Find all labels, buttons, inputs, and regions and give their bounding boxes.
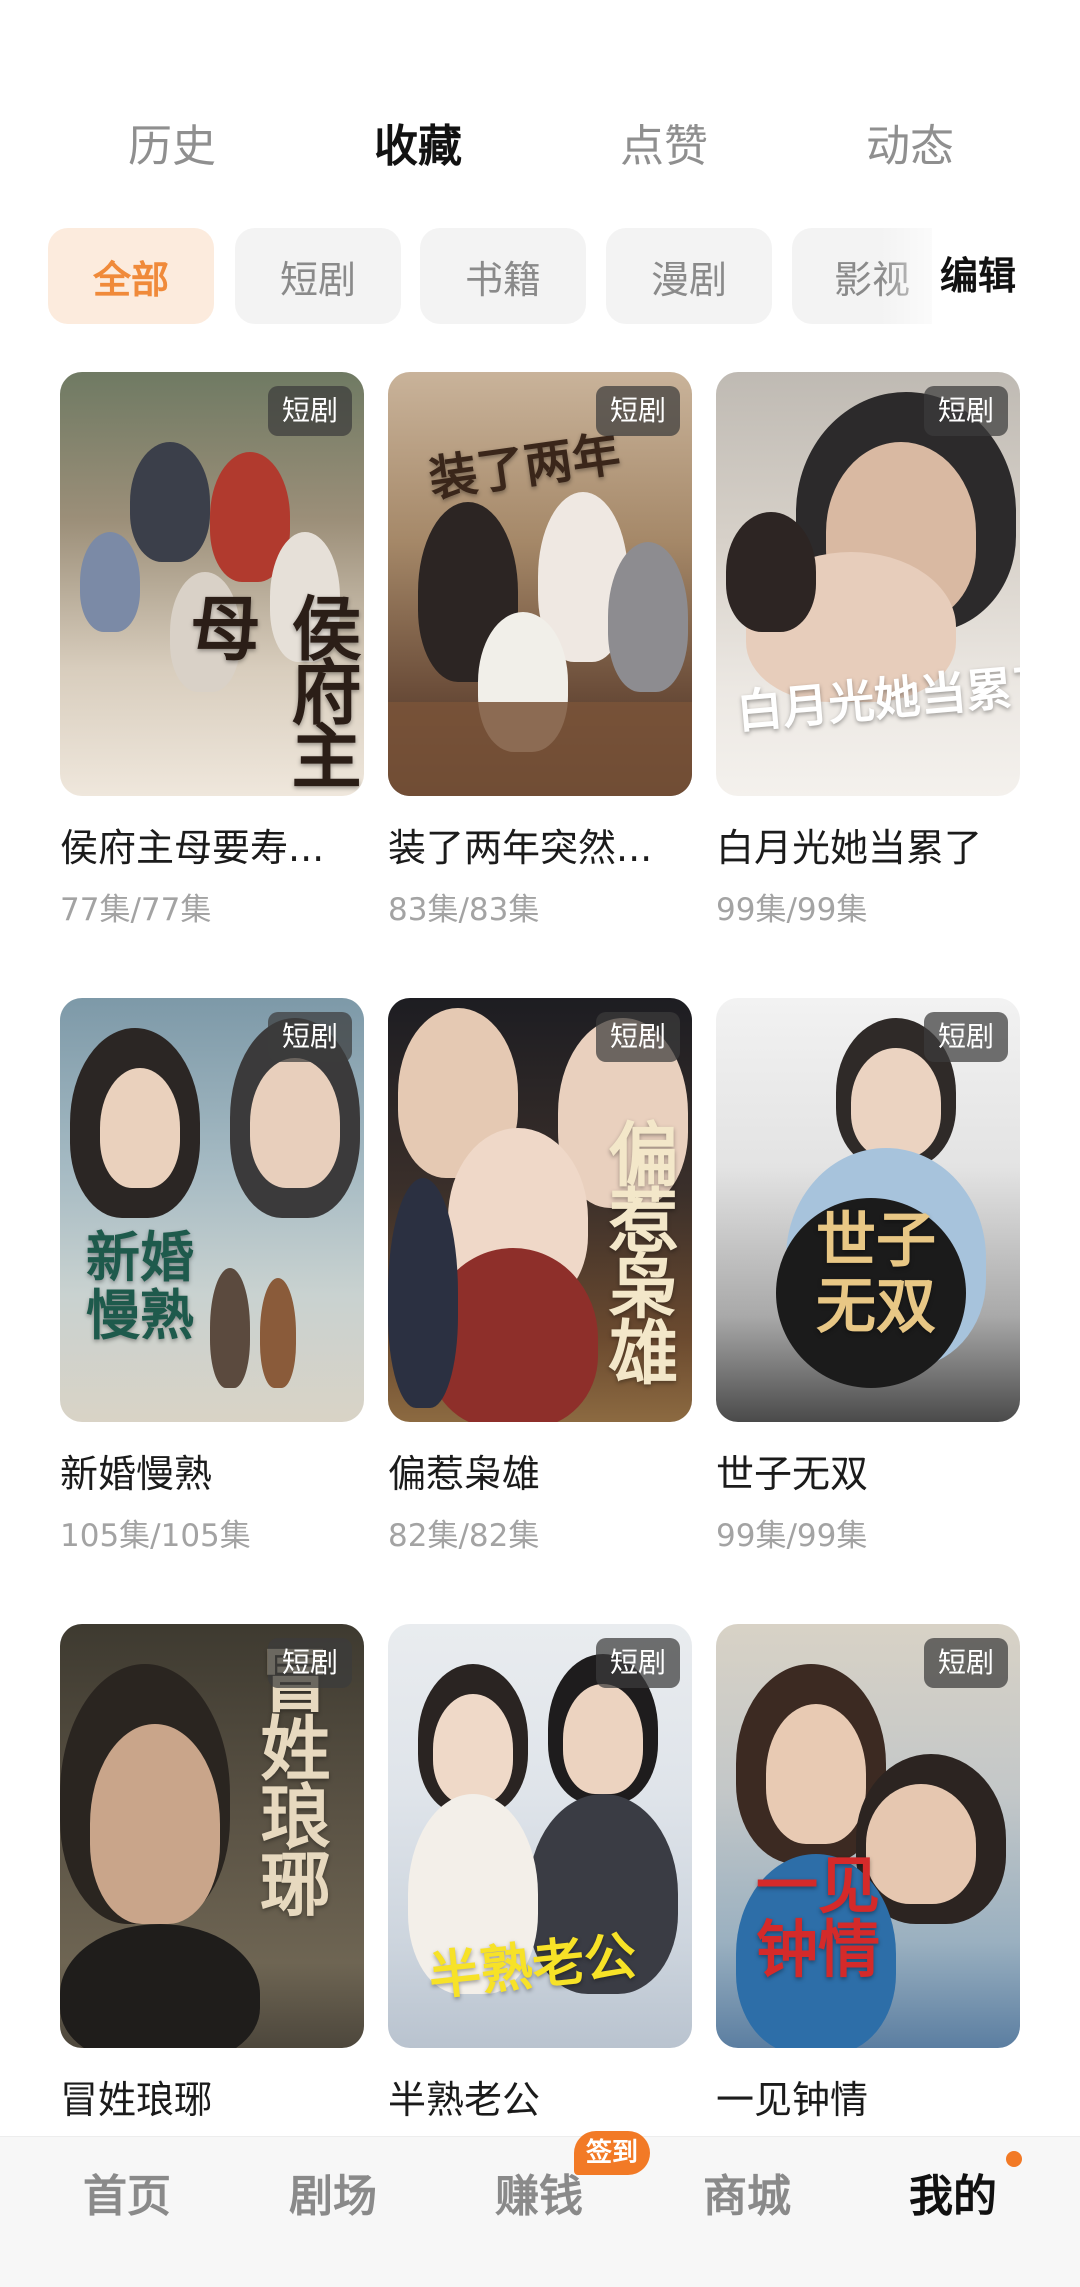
drama-card[interactable]: 侯府主母 短剧 侯府主母要寿... 77集/77集 (60, 372, 364, 932)
nav-theater[interactable]: 剧场 (258, 2157, 408, 2237)
drama-card[interactable]: 半熟老公 短剧 半熟老公 (388, 1624, 692, 2184)
scrolled-header-remnant (0, 0, 1080, 20)
drama-title: 半熟老公 (388, 2078, 541, 2122)
category-badge: 短剧 (267, 1638, 352, 1688)
nav-earn[interactable]: 赚钱 签到 (464, 2131, 651, 2237)
episode-count: 105集/105集 (60, 1518, 251, 1554)
category-badge: 短剧 (267, 1012, 352, 1062)
drama-poster[interactable]: 半熟老公 短剧 (388, 1624, 692, 2048)
main-tabs: 历史 收藏 点赞 动态 (0, 112, 1080, 182)
tab-favorites[interactable]: 收藏 (338, 112, 498, 182)
filter-chip-books[interactable]: 书籍 (420, 228, 586, 324)
drama-title: 装了两年突然... (388, 826, 653, 870)
episode-count: 99集/99集 (716, 1518, 868, 1554)
drama-poster[interactable]: 世子无双 短剧 (716, 998, 1020, 1422)
poster-title-art: 偏惹枭雄 (597, 1118, 680, 1382)
episode-count: 83集/83集 (388, 892, 540, 928)
category-badge: 短剧 (267, 386, 352, 436)
drama-poster[interactable]: 新婚慢熟 短剧 (60, 998, 364, 1422)
nav-earn-label: 赚钱 (495, 2171, 583, 2222)
drama-poster[interactable]: 侯府主母 短剧 (60, 372, 364, 796)
nav-home-label: 首页 (83, 2171, 171, 2222)
drama-card[interactable]: 世子无双 短剧 世子无双 99集/99集 (716, 998, 1020, 1558)
tab-activity[interactable]: 动态 (830, 112, 990, 182)
drama-poster[interactable]: 一见钟情 短剧 (716, 1624, 1020, 2048)
category-badge: 短剧 (595, 386, 680, 436)
filter-chip-comic-drama[interactable]: 漫剧 (606, 228, 772, 324)
drama-poster[interactable]: 装了两年 短剧 (388, 372, 692, 796)
episode-count: 77集/77集 (60, 892, 212, 928)
drama-poster[interactable]: 白月光她当累了 短剧 (716, 372, 1020, 796)
bottom-nav: 首页 剧场 赚钱 签到 商城 我的 (0, 2131, 1080, 2287)
category-badge: 短剧 (923, 1012, 1008, 1062)
category-badge: 短剧 (595, 1012, 680, 1062)
edit-button[interactable]: 编辑 (940, 228, 1016, 324)
episode-count: 82集/82集 (388, 1518, 540, 1554)
drama-title: 侯府主母要寿... (60, 826, 325, 870)
category-badge: 短剧 (923, 1638, 1008, 1688)
nav-home[interactable]: 首页 (52, 2157, 202, 2237)
drama-title: 世子无双 (716, 1452, 869, 1496)
drama-poster[interactable]: 冒姓琅琊 短剧 (60, 1624, 364, 2048)
drama-card[interactable]: 新婚慢熟 短剧 新婚慢熟 105集/105集 (60, 998, 364, 1558)
filter-chip-short-drama[interactable]: 短剧 (235, 228, 401, 324)
drama-card[interactable]: 一见钟情 短剧 一见钟情 (716, 1624, 1020, 2184)
drama-title: 偏惹枭雄 (388, 1452, 541, 1496)
nav-mall-label: 商城 (703, 2171, 791, 2222)
drama-title: 冒姓琅琊 (60, 2078, 213, 2122)
poster-title-art: 侯府主母 (179, 592, 363, 784)
drama-title: 新婚慢熟 (60, 1452, 213, 1496)
tab-history[interactable]: 历史 (92, 112, 252, 182)
drama-card[interactable]: 偏惹枭雄 短剧 偏惹枭雄 82集/82集 (388, 998, 692, 1558)
drama-card[interactable]: 白月光她当累了 短剧 白月光她当累了 99集/99集 (716, 372, 1020, 932)
poster-title-art: 世子无双 (816, 1206, 936, 1342)
tab-likes[interactable]: 点赞 (584, 112, 744, 182)
nav-mall[interactable]: 商城 (672, 2157, 822, 2237)
notification-dot (1006, 2151, 1022, 2167)
drama-title: 白月光她当累了 (716, 826, 983, 870)
nav-theater-label: 剧场 (289, 2171, 377, 2222)
nav-mine-label: 我的 (909, 2171, 997, 2222)
drama-card[interactable]: 冒姓琅琊 短剧 冒姓琅琊 (60, 1624, 364, 2184)
drama-title: 一见钟情 (716, 2078, 869, 2122)
poster-title-art: 一见钟情 (756, 1849, 881, 1986)
episode-count: 99集/99集 (716, 892, 868, 928)
category-badge: 短剧 (595, 1638, 680, 1688)
poster-title-art: 新婚慢熟 (86, 1225, 194, 1347)
drama-card[interactable]: 装了两年 短剧 装了两年突然... 83集/83集 (388, 372, 692, 932)
checkin-badge[interactable]: 签到 (574, 2131, 651, 2175)
filter-chip-all[interactable]: 全部 (48, 228, 214, 324)
nav-mine[interactable]: 我的 (878, 2151, 1028, 2237)
drama-poster[interactable]: 偏惹枭雄 短剧 (388, 998, 692, 1422)
category-badge: 短剧 (923, 386, 1008, 436)
